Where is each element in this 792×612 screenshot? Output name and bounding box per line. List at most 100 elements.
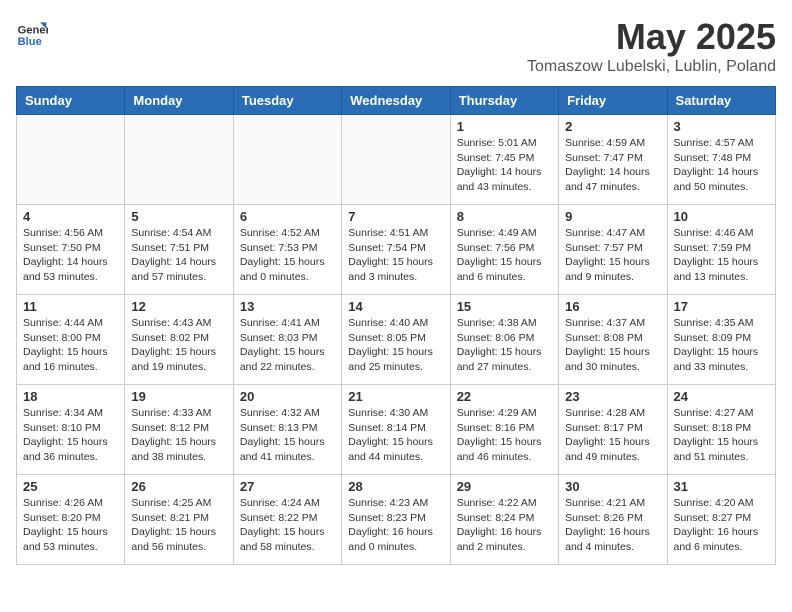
day-number: 14	[348, 299, 443, 314]
day-info: Sunrise: 4:57 AMSunset: 7:48 PMDaylight:…	[674, 136, 769, 195]
day-number: 26	[131, 479, 226, 494]
day-number: 27	[240, 479, 335, 494]
day-number: 7	[348, 209, 443, 224]
weekday-header-wednesday: Wednesday	[342, 87, 450, 115]
calendar-cell: 4Sunrise: 4:56 AMSunset: 7:50 PMDaylight…	[17, 205, 125, 295]
day-number: 5	[131, 209, 226, 224]
calendar-cell: 21 Sunrise: 4:30 AMSunset: 8:14 PMDayligh…	[342, 385, 450, 475]
day-number: 29	[457, 479, 552, 494]
weekday-header-monday: Monday	[125, 87, 233, 115]
calendar-cell: 1Sunrise: 5:01 AMSunset: 7:45 PMDaylight…	[450, 115, 558, 205]
day-number: 30	[565, 479, 660, 494]
weekday-header-tuesday: Tuesday	[233, 87, 341, 115]
calendar-cell: 14 Sunrise: 4:40 AMSunset: 8:05 PMDayligh…	[342, 295, 450, 385]
day-info: Sunrise: 4:41 AMSunset: 8:03 PMDaylight:…	[240, 316, 335, 375]
day-info: Sunrise: 4:22 AMSunset: 8:24 PMDaylight:…	[457, 496, 552, 555]
calendar-cell	[125, 115, 233, 205]
day-number: 8	[457, 209, 552, 224]
calendar-cell: 22 Sunrise: 4:29 AMSunset: 8:16 PMDayligh…	[450, 385, 558, 475]
calendar-cell: 24Sunrise: 4:27 AMSunset: 8:18 PMDayligh…	[667, 385, 775, 475]
day-info: Sunrise: 4:52 AMSunset: 7:53 PMDaylight:…	[240, 226, 335, 285]
day-info: Sunrise: 4:30 AMSunset: 8:14 PMDaylight:…	[348, 406, 443, 465]
day-info: Sunrise: 4:59 AMSunset: 7:47 PMDaylight:…	[565, 136, 660, 195]
day-info: Sunrise: 4:47 AMSunset: 7:57 PMDaylight:…	[565, 226, 660, 285]
day-info: Sunrise: 4:44 AMSunset: 8:00 PMDaylight:…	[23, 316, 118, 375]
logo: General Blue	[16, 16, 48, 48]
day-number: 16	[565, 299, 660, 314]
calendar-table: SundayMondayTuesdayWednesdayThursdayFrid…	[16, 86, 776, 565]
day-number: 11	[23, 299, 118, 314]
day-number: 23	[565, 389, 660, 404]
day-info: Sunrise: 4:23 AMSunset: 8:23 PMDaylight:…	[348, 496, 443, 555]
day-info: Sunrise: 4:20 AMSunset: 8:27 PMDaylight:…	[674, 496, 769, 555]
day-number: 12	[131, 299, 226, 314]
calendar-cell	[342, 115, 450, 205]
day-info: Sunrise: 4:21 AMSunset: 8:26 PMDaylight:…	[565, 496, 660, 555]
calendar-cell: 11 Sunrise: 4:44 AMSunset: 8:00 PMDayligh…	[17, 295, 125, 385]
day-info: Sunrise: 4:24 AMSunset: 8:22 PMDaylight:…	[240, 496, 335, 555]
day-number: 28	[348, 479, 443, 494]
calendar-cell: 19 Sunrise: 4:33 AMSunset: 8:12 PMDayligh…	[125, 385, 233, 475]
day-info: Sunrise: 4:25 AMSunset: 8:21 PMDaylight:…	[131, 496, 226, 555]
day-info: Sunrise: 4:32 AMSunset: 8:13 PMDaylight:…	[240, 406, 335, 465]
weekday-header-friday: Friday	[559, 87, 667, 115]
calendar-cell: 16 Sunrise: 4:37 AMSunset: 8:08 PMDayligh…	[559, 295, 667, 385]
day-number: 25	[23, 479, 118, 494]
title-block: May 2025 Tomaszow Lubelski, Lublin, Pola…	[527, 16, 776, 76]
day-number: 21	[348, 389, 443, 404]
day-info: Sunrise: 5:01 AMSunset: 7:45 PMDaylight:…	[457, 136, 552, 195]
day-info: Sunrise: 4:51 AMSunset: 7:54 PMDaylight:…	[348, 226, 443, 285]
calendar-cell: 12 Sunrise: 4:43 AMSunset: 8:02 PMDayligh…	[125, 295, 233, 385]
calendar-body: 1Sunrise: 5:01 AMSunset: 7:45 PMDaylight…	[17, 115, 776, 565]
day-info: Sunrise: 4:38 AMSunset: 8:06 PMDaylight:…	[457, 316, 552, 375]
calendar-cell	[233, 115, 341, 205]
location-title: Tomaszow Lubelski, Lublin, Poland	[527, 58, 776, 76]
day-info: Sunrise: 4:33 AMSunset: 8:12 PMDaylight:…	[131, 406, 226, 465]
day-info: Sunrise: 4:34 AMSunset: 8:10 PMDaylight:…	[23, 406, 118, 465]
day-number: 4	[23, 209, 118, 224]
week-row-5: 25 Sunrise: 4:26 AMSunset: 8:20 PMDayligh…	[17, 475, 776, 565]
calendar-cell: 17Sunrise: 4:35 AMSunset: 8:09 PMDayligh…	[667, 295, 775, 385]
day-info: Sunrise: 4:37 AMSunset: 8:08 PMDaylight:…	[565, 316, 660, 375]
calendar-cell: 9 Sunrise: 4:47 AMSunset: 7:57 PMDaylight…	[559, 205, 667, 295]
page-header: General Blue May 2025 Tomaszow Lubelski,…	[16, 16, 776, 76]
day-info: Sunrise: 4:29 AMSunset: 8:16 PMDaylight:…	[457, 406, 552, 465]
calendar-cell: 28 Sunrise: 4:23 AMSunset: 8:23 PMDayligh…	[342, 475, 450, 565]
week-row-3: 11 Sunrise: 4:44 AMSunset: 8:00 PMDayligh…	[17, 295, 776, 385]
day-number: 18	[23, 389, 118, 404]
week-row-2: 4Sunrise: 4:56 AMSunset: 7:50 PMDaylight…	[17, 205, 776, 295]
day-number: 3	[674, 119, 769, 134]
logo-icon: General Blue	[16, 16, 48, 48]
day-info: Sunrise: 4:26 AMSunset: 8:20 PMDaylight:…	[23, 496, 118, 555]
day-number: 20	[240, 389, 335, 404]
calendar-cell: 20 Sunrise: 4:32 AMSunset: 8:13 PMDayligh…	[233, 385, 341, 475]
day-info: Sunrise: 4:46 AMSunset: 7:59 PMDaylight:…	[674, 226, 769, 285]
day-number: 31	[674, 479, 769, 494]
day-number: 2	[565, 119, 660, 134]
day-info: Sunrise: 4:49 AMSunset: 7:56 PMDaylight:…	[457, 226, 552, 285]
day-info: Sunrise: 4:43 AMSunset: 8:02 PMDaylight:…	[131, 316, 226, 375]
svg-text:General: General	[18, 25, 48, 37]
day-number: 10	[674, 209, 769, 224]
calendar-cell: 2 Sunrise: 4:59 AMSunset: 7:47 PMDaylight…	[559, 115, 667, 205]
day-info: Sunrise: 4:40 AMSunset: 8:05 PMDaylight:…	[348, 316, 443, 375]
calendar-cell: 5 Sunrise: 4:54 AMSunset: 7:51 PMDaylight…	[125, 205, 233, 295]
day-number: 19	[131, 389, 226, 404]
calendar-cell: 23 Sunrise: 4:28 AMSunset: 8:17 PMDayligh…	[559, 385, 667, 475]
calendar-cell: 7 Sunrise: 4:51 AMSunset: 7:54 PMDaylight…	[342, 205, 450, 295]
calendar-cell: 31 Sunrise: 4:20 AMSunset: 8:27 PMDayligh…	[667, 475, 775, 565]
svg-text:Blue: Blue	[18, 36, 42, 48]
month-title: May 2025	[527, 16, 776, 58]
day-info: Sunrise: 4:27 AMSunset: 8:18 PMDaylight:…	[674, 406, 769, 465]
calendar-cell: 15Sunrise: 4:38 AMSunset: 8:06 PMDayligh…	[450, 295, 558, 385]
calendar-cell: 6 Sunrise: 4:52 AMSunset: 7:53 PMDaylight…	[233, 205, 341, 295]
weekday-header-saturday: Saturday	[667, 87, 775, 115]
day-number: 9	[565, 209, 660, 224]
day-info: Sunrise: 4:54 AMSunset: 7:51 PMDaylight:…	[131, 226, 226, 285]
calendar-cell: 18 Sunrise: 4:34 AMSunset: 8:10 PMDayligh…	[17, 385, 125, 475]
weekday-header-thursday: Thursday	[450, 87, 558, 115]
day-info: Sunrise: 4:28 AMSunset: 8:17 PMDaylight:…	[565, 406, 660, 465]
day-number: 6	[240, 209, 335, 224]
calendar-cell: 25 Sunrise: 4:26 AMSunset: 8:20 PMDayligh…	[17, 475, 125, 565]
day-number: 22	[457, 389, 552, 404]
